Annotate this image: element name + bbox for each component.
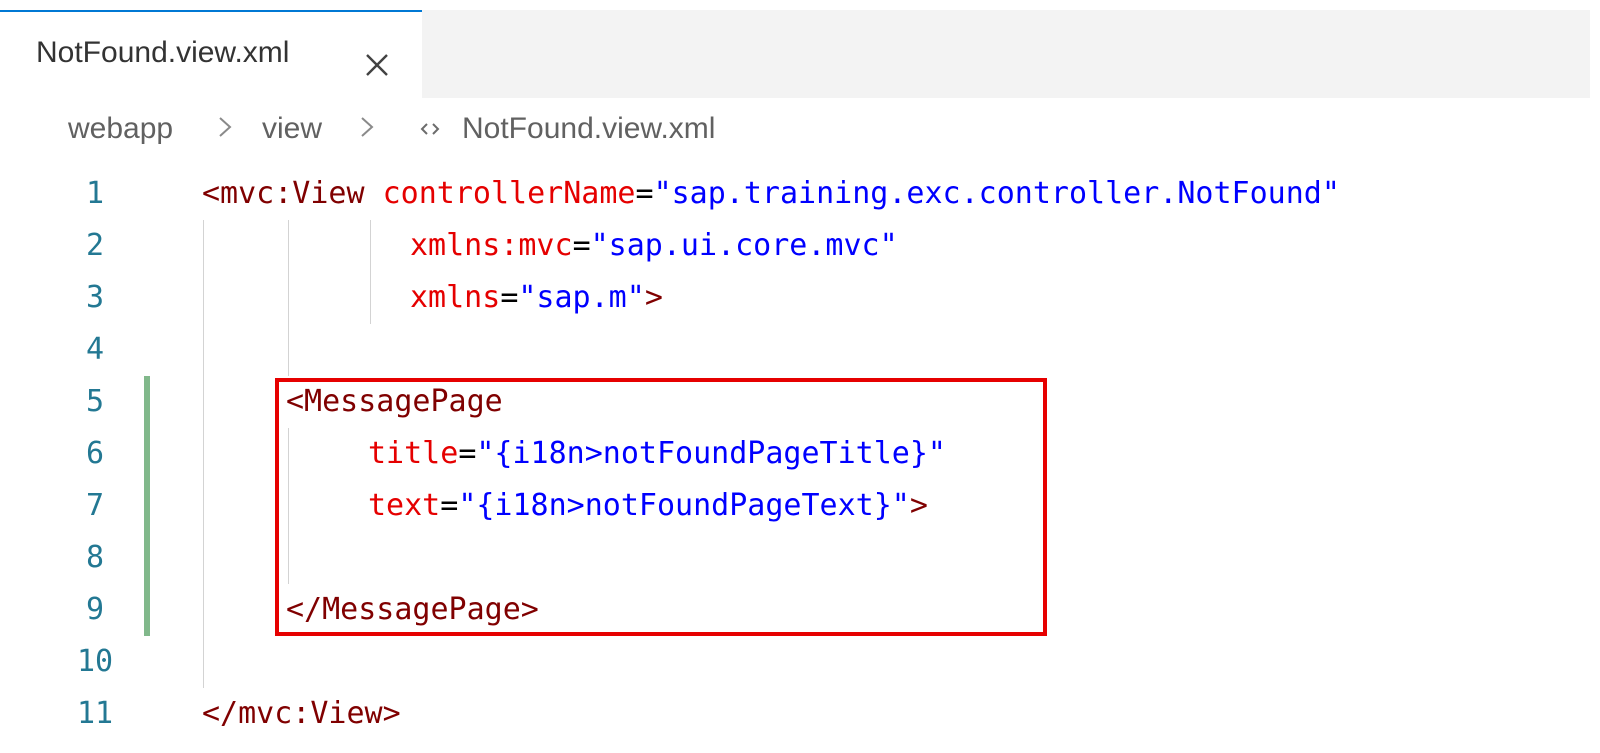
code-line: 1 <mvc:View controllerName="sap.training… [0,168,1590,220]
code-text: </mvc:View> [202,688,401,740]
breadcrumb: webapp view NotFound.view.xml [0,98,1590,158]
xml-tag: </mvc:View> [202,696,401,731]
line-number: 6 [85,436,105,471]
line-number: 7 [85,488,105,523]
tab-bar: NotFound.view.xml [0,10,1590,98]
xml-equals: = [635,176,654,211]
xml-file-icon [420,123,440,135]
code-line: 4 [0,324,1590,376]
xml-equals: = [500,280,519,315]
line-number: 10 [76,644,114,679]
close-icon[interactable] [364,52,390,78]
code-text: xmlns:mvc="sap.ui.core.mvc" [410,220,898,272]
line-number: 3 [85,280,105,315]
tab-notfound-view-xml[interactable]: NotFound.view.xml [0,10,422,98]
code-line: 11 </mvc:View> [0,688,1590,740]
code-text: <mvc:View controllerName="sap.training.e… [202,168,1340,220]
tab-label: NotFound.view.xml [36,36,290,69]
code-line: 3 xmlns="sap.m"> [0,272,1590,324]
xml-value: "sap.ui.core.mvc" [590,228,898,263]
line-number: 2 [85,228,105,263]
xml-attribute: controllerName [382,176,636,211]
line-number: 11 [76,696,114,731]
xml-attribute: xmlns:mvc [410,228,573,263]
breadcrumb-item-webapp[interactable]: webapp [68,112,173,146]
line-number: 1 [85,176,105,211]
xml-value: "sap.m" [518,280,645,315]
highlight-box [275,378,1047,636]
xml-attribute: xmlns [410,280,501,315]
chevron-right-icon [219,117,232,137]
xml-equals: = [572,228,591,263]
breadcrumb-item-file[interactable]: NotFound.view.xml [462,112,715,146]
line-number: 5 [85,384,105,419]
line-number: 8 [85,540,105,575]
xml-tag-close: > [644,280,663,315]
code-text: xmlns="sap.m"> [410,272,663,324]
code-line: 2 xmlns:mvc="sap.ui.core.mvc" [0,220,1590,272]
chevron-right-icon [361,117,374,137]
breadcrumb-item-view[interactable]: view [262,112,322,146]
code-line: 10 [0,636,1590,688]
xml-value: "sap.training.exc.controller.NotFound" [653,176,1340,211]
line-number: 4 [85,332,105,367]
xml-tag: <mvc:View [202,176,365,211]
line-number: 9 [85,592,105,627]
